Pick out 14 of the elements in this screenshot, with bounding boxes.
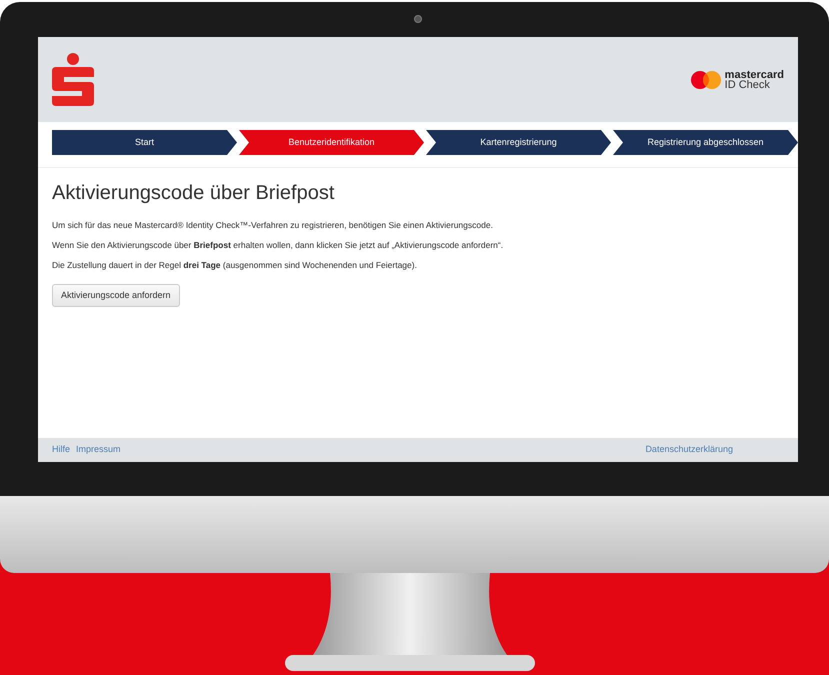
- mastercard-circles-icon: [690, 70, 721, 88]
- step-tab[interactable]: Start: [52, 130, 237, 155]
- page-title: Aktivierungscode über Briefpost: [52, 181, 336, 206]
- camera-icon: [414, 15, 422, 23]
- step-tab[interactable]: Benutzeridentifikation: [239, 130, 424, 155]
- step-tab[interactable]: Registrierung abgeschlossen: [613, 130, 798, 155]
- brand-subtitle: ID Check: [724, 80, 771, 90]
- info-text: Wenn Sie den Aktivierungscode über Briefpost erhalten wollen, dann klicken Sie jetzt auf „Aktivierungscode anfordern“.: [52, 240, 504, 251]
- info-text: Die Zustellung dauert in der Regel drei Tage (ausgenommen sind Wochenenden und Feiertage).: [52, 260, 418, 271]
- brand-name: mastercard: [724, 70, 784, 80]
- info-text: Um sich für das neue Mastercard® Identity Check™-Verfahren zu registrieren, benötigen Sie einen Aktivierungscode.: [52, 220, 494, 231]
- step-tab[interactable]: Kartenregistrierung: [426, 130, 611, 155]
- s-logo-icon: [52, 53, 94, 106]
- request-code-button[interactable]: Aktivierungscode anfordern: [52, 284, 180, 307]
